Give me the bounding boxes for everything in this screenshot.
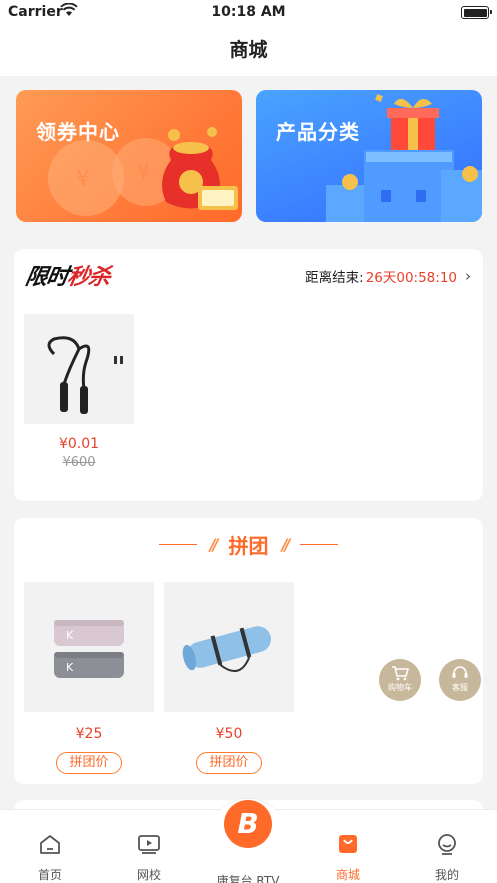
brand-logo-icon: B <box>224 800 272 848</box>
decor-slash-icon: // <box>281 535 291 554</box>
status-bar: Carrier 10:18 AM <box>0 0 497 26</box>
svg-text:K: K <box>66 661 74 674</box>
cart-float-button[interactable]: 购物车 <box>379 659 421 701</box>
tab-label: 我的 <box>434 868 459 882</box>
divider-line <box>158 543 197 546</box>
product-price: ¥0.01 <box>58 436 100 452</box>
resistance-bands-image: K K <box>54 620 124 678</box>
tab-label: 首页 <box>37 868 62 882</box>
tab-label: 康复台.RTV <box>216 874 280 883</box>
jump-rope-image <box>47 336 123 414</box>
cart-icon <box>392 666 409 681</box>
product-price: ¥50 <box>215 726 243 742</box>
profile-icon <box>438 834 456 855</box>
flash-sale-logo: 限时秒杀 <box>23 265 112 290</box>
tab-home[interactable]: 首页 <box>0 810 100 883</box>
shopping-bag-icon <box>339 835 357 853</box>
product-category-label: 产品分类 <box>276 120 360 144</box>
home-icon <box>40 835 60 854</box>
decor-slash-icon: // <box>209 535 219 554</box>
group-price-tag[interactable]: 拼团价 <box>56 752 122 774</box>
tab-online-school[interactable]: 网校 <box>99 810 199 883</box>
product-image-resistance-bands[interactable]: K K <box>24 582 154 712</box>
page-title: 商城 <box>0 26 497 76</box>
group-price-tag[interactable]: 拼团价 <box>196 752 262 774</box>
chevron-right-icon: › <box>465 267 471 285</box>
group-buy-section: // 拼团 // K K ¥25 拼团价 ¥50 拼团价 <box>14 518 483 784</box>
svg-text:¥: ¥ <box>136 161 150 186</box>
product-image-yoga-mat[interactable] <box>164 582 294 712</box>
headset-icon <box>452 666 468 678</box>
yoga-mat-image <box>182 626 271 672</box>
clock: 10:18 AM <box>211 4 286 20</box>
group-buy-header: // 拼团 // <box>14 530 483 559</box>
coupon-center-label: 领券中心 <box>36 120 120 144</box>
tab-mine[interactable]: 我的 <box>397 810 497 883</box>
svg-text:K: K <box>66 629 74 642</box>
flash-sale-section: 限时秒杀 距离结束: 26天00:58:10 › ¥0.01 ¥600 <box>14 249 483 501</box>
coupon-illustration: ¥ ¥ <box>48 127 238 216</box>
category-illustration <box>326 94 482 222</box>
tab-label: 网校 <box>136 868 161 882</box>
countdown-link[interactable]: 距离结束: 26天00:58:10 › <box>305 266 471 286</box>
countdown-value: 26天00:58:10 <box>365 270 457 286</box>
video-play-icon <box>138 835 160 854</box>
countdown-label: 距离结束: <box>305 270 364 286</box>
group-buy-title: 拼团 <box>228 534 269 558</box>
divider-line <box>300 543 339 546</box>
product-original-price: ¥600 <box>62 455 96 470</box>
battery-icon <box>461 6 492 19</box>
tab-label: 商城 <box>335 868 360 882</box>
coupon-center-banner[interactable]: ¥ ¥ 领券中心 <box>16 90 242 222</box>
tab-rtv[interactable]: B 康复台.RTV <box>198 794 298 883</box>
service-label: 客服 <box>452 683 468 692</box>
product-category-banner[interactable]: 产品分类 <box>256 90 482 222</box>
svg-text:¥: ¥ <box>76 167 90 192</box>
tab-bar: 首页 网校 B 康复台.RTV 商城 我的 <box>0 798 497 883</box>
tab-mall[interactable]: 商城 <box>298 810 398 883</box>
product-image-jump-rope[interactable] <box>24 314 134 424</box>
service-float-button[interactable]: 客服 <box>439 659 481 701</box>
product-price: ¥25 <box>75 726 103 742</box>
cart-label: 购物车 <box>388 683 412 692</box>
